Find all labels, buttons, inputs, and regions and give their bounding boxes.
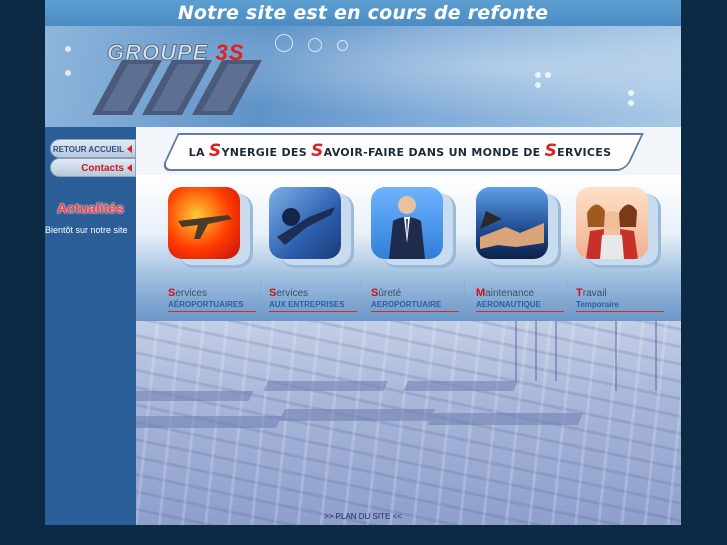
- decor-dot: [628, 90, 634, 96]
- airport-seating-photo: [136, 321, 681, 525]
- news-text: Bientôt sur notre site: [45, 225, 128, 235]
- tagline-initial: S: [544, 141, 558, 161]
- divider: [566, 280, 568, 312]
- service-subtitle: AERONAUTIQUE: [476, 300, 564, 312]
- service-subtitle: AUX ENTREPRISES: [269, 300, 357, 312]
- service-card-security[interactable]: Sûreté AEROPORTUAIRE: [371, 183, 473, 319]
- service-card-temporary-work[interactable]: Travail Temporaire: [576, 183, 678, 319]
- decor-dot: [535, 82, 541, 88]
- decor-ring: [308, 38, 322, 52]
- service-title: Maintenance: [476, 287, 535, 299]
- service-subtitle: AÉROPORTUAIRES: [168, 300, 256, 312]
- decor-ring: [275, 34, 293, 52]
- divider: [361, 280, 363, 312]
- decor-dot: [65, 46, 71, 52]
- sidebar: RETOUR ACCUEIL Contacts Actualités Bient…: [45, 127, 136, 525]
- decor-ring: [337, 40, 348, 51]
- handshake-photo-icon: [476, 187, 548, 259]
- redesign-notice: Notre site est en cours de refonte: [45, 0, 681, 26]
- service-title: Services: [269, 287, 309, 299]
- service-subtitle: Temporaire: [576, 300, 664, 312]
- contacts-button[interactable]: Contacts: [50, 158, 136, 177]
- airplane-photo-icon: [168, 187, 240, 259]
- contacts-button-label: Contacts: [81, 163, 124, 174]
- service-card-airport[interactable]: Services AÉROPORTUAIRES: [168, 183, 270, 319]
- service-card-maintenance[interactable]: Maintenance AERONAUTIQUE: [476, 183, 578, 319]
- service-subtitle: AEROPORTUAIRE: [371, 300, 459, 312]
- page-frame: Notre site est en cours de refonte GROUP…: [45, 0, 681, 525]
- decor-dot: [65, 70, 71, 76]
- news-title: Actualités: [57, 200, 124, 216]
- home-button-label: RETOUR ACCUEIL: [52, 145, 124, 154]
- business-photo-icon: [269, 187, 341, 259]
- arrow-left-icon: [127, 164, 132, 172]
- security-photo-icon: [371, 187, 443, 259]
- service-title: Services: [168, 287, 208, 299]
- decor-dot: [535, 72, 541, 78]
- decor-dot: [545, 72, 551, 78]
- tagline-part: LA: [188, 146, 209, 159]
- tagline-initial: S: [208, 141, 222, 161]
- decor-dot: [628, 100, 634, 106]
- header-banner: GROUPE 3S: [45, 26, 681, 127]
- main-content: LA SYNERGIE DES SAVOIR-FAIRE DANS UN MON…: [136, 127, 681, 525]
- tagline-initial: S: [311, 141, 324, 161]
- arrow-left-icon: [127, 145, 132, 153]
- services-row: Services AÉROPORTUAIRES Services AUX ENT…: [136, 175, 681, 321]
- service-title: Sûreté: [371, 287, 402, 299]
- divider: [260, 280, 262, 312]
- service-title: Travail: [576, 287, 607, 299]
- tagline-part: YNERGIE DES: [221, 146, 312, 159]
- team-photo-icon: [576, 187, 648, 259]
- tagline-part: AVOIR-FAIRE DANS UN MONDE DE: [323, 146, 545, 159]
- tagline: LA SYNERGIE DES SAVOIR-FAIRE DANS UN MON…: [169, 141, 631, 161]
- sitemap-link[interactable]: >> PLAN DU SITE <<: [45, 512, 681, 521]
- service-card-business[interactable]: Services AUX ENTREPRISES: [269, 183, 371, 319]
- tagline-part: ERVICES: [557, 146, 612, 159]
- home-button[interactable]: RETOUR ACCUEIL: [50, 139, 136, 158]
- logo-chevrons-icon: [92, 60, 262, 115]
- divider: [464, 280, 466, 312]
- seating-illustration: [136, 321, 657, 428]
